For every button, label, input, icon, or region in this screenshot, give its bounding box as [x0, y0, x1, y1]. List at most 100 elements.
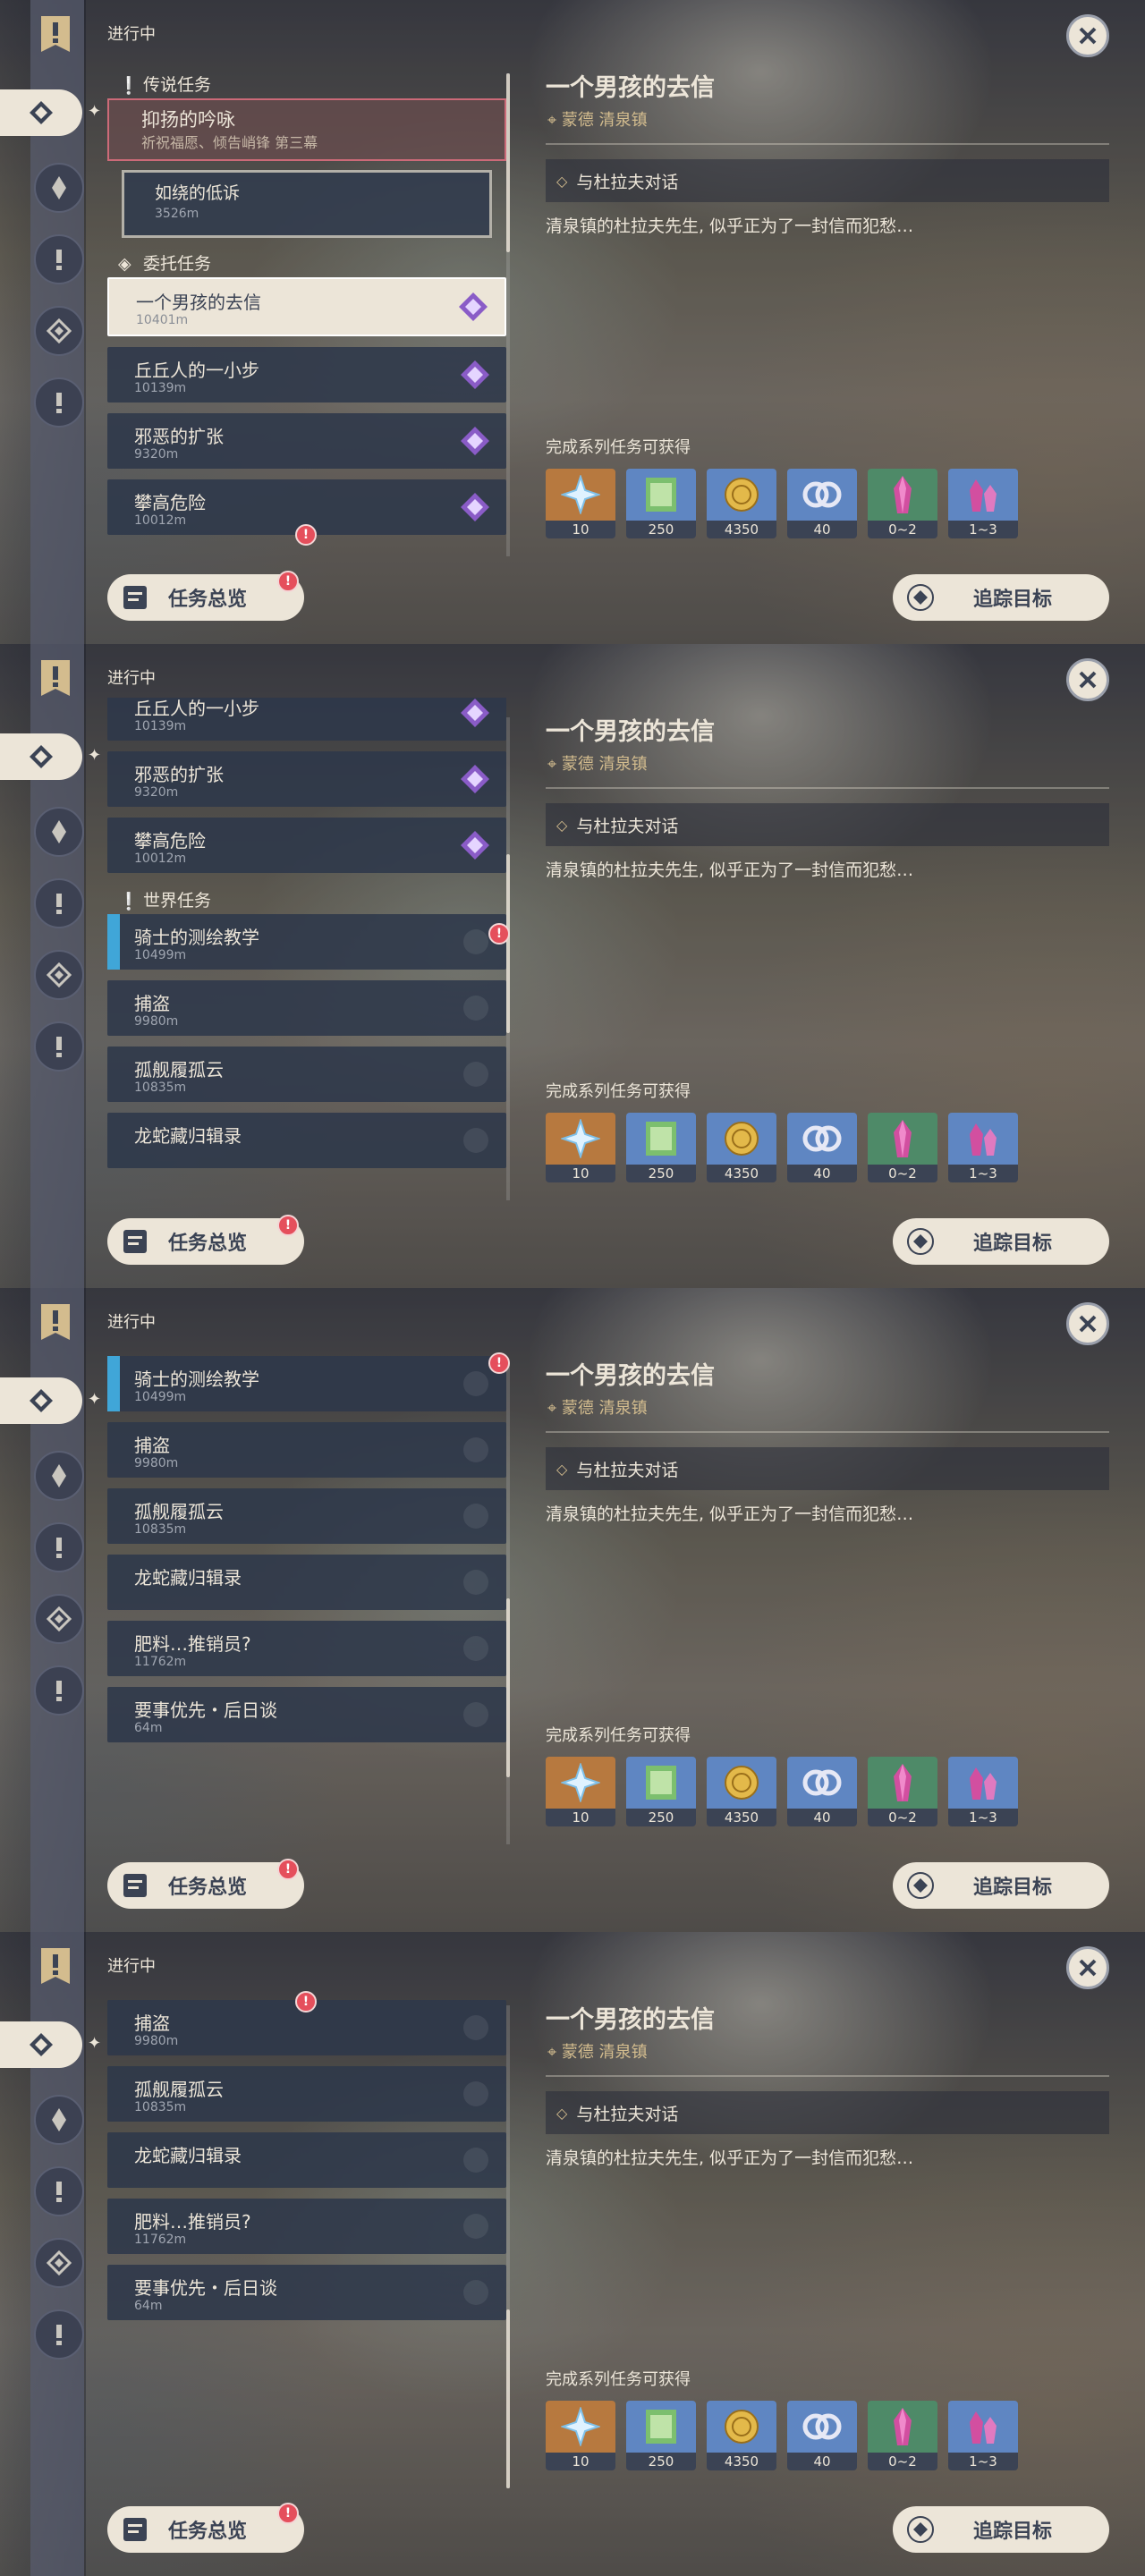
- location-pin-icon[interactable]: [463, 1437, 488, 1462]
- quest-list-scrollbar[interactable]: [506, 717, 510, 1200]
- quest-item[interactable]: 骑士的测绘教学 10499m: [107, 914, 506, 970]
- location-pin-icon[interactable]: [463, 929, 488, 954]
- location-pin-icon[interactable]: [463, 1062, 488, 1087]
- track-target-button[interactable]: 追踪目标: [893, 574, 1109, 621]
- close-button[interactable]: [1066, 658, 1109, 701]
- quest-item[interactable]: 龙蛇藏归辑录: [107, 1555, 506, 1610]
- filter-world-button[interactable]: [34, 2309, 84, 2360]
- reward-adventure-exp[interactable]: 250: [626, 2401, 696, 2470]
- filter-world-button[interactable]: [34, 377, 84, 428]
- location-pin-icon[interactable]: [463, 1504, 488, 1529]
- quest-list[interactable]: 丘丘人的一小步 10139m 邪恶的扩张 9320m 攀高危险 10012m ❕ 世界任…: [107, 698, 506, 1181]
- reward-companionship-exp[interactable]: 40: [787, 2401, 857, 2470]
- filter-world-button[interactable]: [34, 1665, 84, 1716]
- quest-list-scrollbar[interactable]: [506, 2005, 510, 2488]
- quest-list[interactable]: 捕盗 9980m 孤舰履孤云 10835m 龙蛇藏归辑录 肥料…推销员? 11762m…: [107, 2000, 506, 2483]
- filter-archon-button[interactable]: [34, 163, 84, 213]
- location-pin-icon[interactable]: [463, 1702, 488, 1727]
- filter-commission-button[interactable]: [34, 306, 84, 356]
- reward-primogem[interactable]: 10: [546, 1113, 615, 1182]
- filter-all-quests-button[interactable]: [0, 89, 82, 136]
- scroll-thumb[interactable]: [506, 2309, 510, 2488]
- quest-item[interactable]: 孤舰履孤云 10835m: [107, 1488, 506, 1544]
- scroll-thumb[interactable]: [506, 854, 510, 1033]
- close-button[interactable]: [1066, 1946, 1109, 1989]
- quest-item[interactable]: 丘丘人的一小步 10139m: [107, 698, 506, 741]
- reward-adventure-exp[interactable]: 250: [626, 469, 696, 538]
- reward-crystal-chunk[interactable]: 0~2: [868, 1757, 937, 1826]
- filter-all-quests-button[interactable]: [0, 2021, 82, 2068]
- quest-item[interactable]: 孤舰履孤云 10835m: [107, 2066, 506, 2122]
- location-pin-icon[interactable]: [463, 1371, 488, 1396]
- close-button[interactable]: [1066, 1302, 1109, 1345]
- filter-all-quests-button[interactable]: [0, 1377, 82, 1424]
- reward-crystal-ore[interactable]: 1~3: [948, 469, 1018, 538]
- reward-crystal-ore[interactable]: 1~3: [948, 1113, 1018, 1182]
- quest-list[interactable]: ❕ 传说任务 抑扬的吟咏 祈祝福愿、倾告峭锋 第三幕 如绕的低诉 3526m ◈ 委…: [107, 68, 506, 551]
- location-pin-icon[interactable]: [463, 1636, 488, 1661]
- quest-item[interactable]: 邪恶的扩张 9320m: [107, 413, 506, 469]
- reward-companionship-exp[interactable]: 40: [787, 1757, 857, 1826]
- filter-story-button[interactable]: [34, 234, 84, 284]
- location-pin-icon[interactable]: [463, 2148, 488, 2173]
- scroll-thumb[interactable]: [506, 73, 510, 252]
- reward-crystal-chunk[interactable]: 0~2: [868, 469, 937, 538]
- reward-primogem[interactable]: 10: [546, 1757, 615, 1826]
- track-target-button[interactable]: 追踪目标: [893, 2506, 1109, 2553]
- quest-item-selected[interactable]: 一个男孩的去信 10401m: [107, 277, 506, 336]
- quest-list[interactable]: 骑士的测绘教学 10499m 捕盗 9980m 孤舰履孤云 10835m 龙蛇藏归辑录…: [107, 1356, 506, 1839]
- quest-item[interactable]: 肥料…推销员? 11762m: [107, 1621, 506, 1676]
- filter-commission-button[interactable]: [34, 2238, 84, 2288]
- quest-item[interactable]: 攀高危险 10012m: [107, 818, 506, 873]
- filter-story-button[interactable]: [34, 2166, 84, 2216]
- reward-mora[interactable]: 4350: [707, 2401, 776, 2470]
- location-pin-icon[interactable]: [463, 2015, 488, 2040]
- quest-list-scrollbar[interactable]: [506, 1361, 510, 1844]
- filter-archon-button[interactable]: [34, 1451, 84, 1501]
- filter-story-button[interactable]: [34, 878, 84, 928]
- legend-subquest-card[interactable]: 如绕的低诉 3526m: [122, 170, 492, 238]
- quest-item[interactable]: 要事优先・后日谈 64m: [107, 2265, 506, 2320]
- legend-quest-card[interactable]: 抑扬的吟咏 祈祝福愿、倾告峭锋 第三幕: [107, 98, 506, 161]
- quest-item[interactable]: 骑士的测绘教学 10499m: [107, 1356, 506, 1411]
- filter-archon-button[interactable]: [34, 807, 84, 857]
- reward-crystal-chunk[interactable]: 0~2: [868, 2401, 937, 2470]
- location-pin-icon[interactable]: [463, 2280, 488, 2305]
- location-pin-icon[interactable]: [463, 1128, 488, 1153]
- filter-archon-button[interactable]: [34, 2095, 84, 2145]
- scroll-thumb[interactable]: [506, 1598, 510, 1777]
- filter-commission-button[interactable]: [34, 1594, 84, 1644]
- reward-mora[interactable]: 4350: [707, 1757, 776, 1826]
- quest-overview-button[interactable]: 任务总览: [107, 1862, 304, 1909]
- track-target-button[interactable]: 追踪目标: [893, 1862, 1109, 1909]
- quest-item[interactable]: 捕盗 9980m: [107, 1422, 506, 1478]
- reward-companionship-exp[interactable]: 40: [787, 469, 857, 538]
- location-pin-icon[interactable]: [463, 1570, 488, 1595]
- quest-overview-button[interactable]: 任务总览: [107, 2506, 304, 2553]
- quest-item[interactable]: 邪恶的扩张 9320m: [107, 751, 506, 807]
- location-pin-icon[interactable]: [463, 2081, 488, 2106]
- quest-item[interactable]: 龙蛇藏归辑录: [107, 2132, 506, 2188]
- filter-all-quests-button[interactable]: [0, 733, 82, 780]
- location-pin-icon[interactable]: [463, 996, 488, 1021]
- reward-adventure-exp[interactable]: 250: [626, 1113, 696, 1182]
- quest-overview-button[interactable]: 任务总览: [107, 574, 304, 621]
- reward-mora[interactable]: 4350: [707, 469, 776, 538]
- quest-item[interactable]: 要事优先・后日谈 64m: [107, 1687, 506, 1742]
- quest-item[interactable]: 丘丘人的一小步 10139m: [107, 347, 506, 402]
- reward-companionship-exp[interactable]: 40: [787, 1113, 857, 1182]
- reward-crystal-ore[interactable]: 1~3: [948, 2401, 1018, 2470]
- quest-item[interactable]: 孤舰履孤云 10835m: [107, 1046, 506, 1102]
- close-button[interactable]: [1066, 14, 1109, 57]
- reward-crystal-chunk[interactable]: 0~2: [868, 1113, 937, 1182]
- reward-mora[interactable]: 4350: [707, 1113, 776, 1182]
- quest-list-scrollbar[interactable]: [506, 73, 510, 556]
- reward-adventure-exp[interactable]: 250: [626, 1757, 696, 1826]
- filter-commission-button[interactable]: [34, 950, 84, 1000]
- quest-overview-button[interactable]: 任务总览: [107, 1218, 304, 1265]
- track-target-button[interactable]: 追踪目标: [893, 1218, 1109, 1265]
- quest-item[interactable]: 肥料…推销员? 11762m: [107, 2199, 506, 2254]
- location-pin-icon[interactable]: [463, 2214, 488, 2239]
- quest-item[interactable]: 龙蛇藏归辑录: [107, 1113, 506, 1168]
- reward-crystal-ore[interactable]: 1~3: [948, 1757, 1018, 1826]
